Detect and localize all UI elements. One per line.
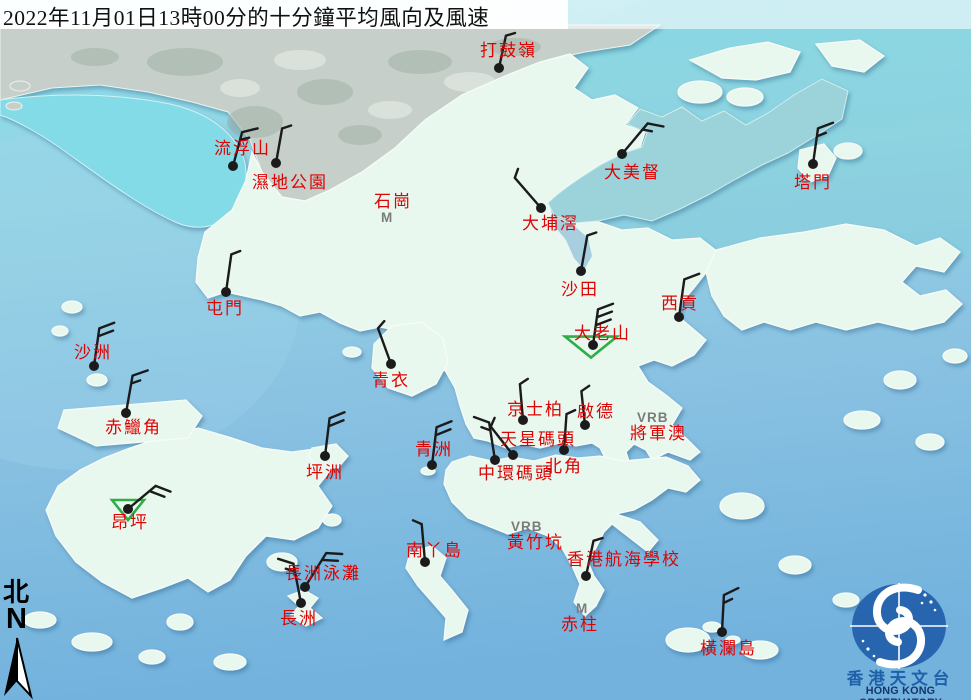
status-label-tseung-kwan-o: VRB	[637, 410, 669, 425]
wind-barb-tsing-yi	[378, 321, 396, 369]
wind-barb-central-pier	[474, 417, 500, 465]
station-label-chek-lap-kok: 赤鱲角	[105, 419, 162, 438]
station-label-ta-kwu-ling: 打鼓嶺	[480, 42, 537, 61]
wind-barb-chek-lap-kok	[121, 370, 148, 418]
mirs-bay-tint	[520, 0, 971, 270]
station-dot-chek-lap-kok	[121, 408, 131, 418]
status-label-wong-chuk-hang: VRB	[511, 519, 543, 534]
station-dot-tuen-mun	[221, 287, 231, 297]
station-label-wetland-park: 濕地公園	[252, 174, 328, 193]
station-label-ngong-ping: 昂坪	[111, 514, 149, 533]
station-label-tates-cairn: 大老山	[574, 325, 631, 344]
station-label-stanley: 赤柱	[561, 616, 599, 635]
basemap	[0, 0, 971, 700]
station-label-peng-chau: 坪洲	[306, 464, 344, 483]
landmasses	[0, 25, 967, 670]
shenzhen-urban-texture	[71, 38, 541, 145]
station-dot-lau-fau-shan	[228, 161, 238, 171]
station-label-central-pier: 中環碼頭	[478, 465, 554, 484]
station-label-sha-tin: 沙田	[561, 281, 599, 300]
station-label-lamma-island: 南丫島	[406, 542, 463, 561]
wind-barb-tai-mei-tuk	[617, 123, 663, 159]
station-label-kings-park: 京士柏	[507, 401, 564, 420]
wind-barb-tai-po-kau	[515, 169, 546, 213]
wind-barb-peng-chau	[320, 412, 345, 461]
station-label-tai-mei-tuk: 大美督	[604, 164, 661, 183]
station-label-tai-po-kau: 大埔滘	[522, 215, 579, 234]
station-label-waglan-island: 橫瀾島	[700, 640, 757, 659]
station-label-tuen-mun: 屯門	[206, 300, 244, 319]
station-label-north-point: 北角	[545, 458, 583, 477]
station-label-cheung-chau: 長洲	[280, 610, 318, 629]
tolo-harbour-water	[548, 79, 848, 223]
station-label-tsing-yi: 青衣	[372, 372, 410, 391]
status-label-stanley: M	[576, 601, 588, 616]
wind-barb-waglan-island	[717, 588, 738, 637]
station-dot-waglan-island	[717, 627, 727, 637]
station-label-star-ferry-pier: 天星碼頭	[500, 431, 576, 450]
station-dot-ta-kwu-ling	[494, 63, 504, 73]
station-label-sai-kung: 西貢	[661, 295, 699, 314]
station-label-green-island: 青洲	[415, 441, 453, 460]
station-label-shek-kong: 石崗	[374, 193, 412, 212]
north-label-letter: N	[6, 605, 27, 634]
station-label-wong-chuk-hang: 黃竹坑	[507, 534, 564, 553]
station-label-kai-tak: 啟德	[577, 403, 615, 422]
sai-kung-east-land	[706, 224, 962, 330]
station-label-tseung-kwan-o: 將軍澳	[630, 425, 687, 444]
wind-barb-tuen-mun	[221, 251, 240, 297]
station-label-lau-fau-shan: 流浮山	[214, 140, 271, 159]
wind-barb-wetland-park	[271, 126, 291, 169]
station-label-hk-sea-school: 香港航海學校	[567, 551, 681, 570]
deep-bay-water	[0, 95, 246, 227]
north-indicator: 北 N	[0, 578, 40, 700]
station-label-tap-mun: 塔門	[794, 174, 832, 193]
station-dot-peng-chau	[320, 451, 330, 461]
hko-logo: 香港天文台 HONG KONG OBSERVATORY	[830, 577, 971, 700]
station-label-sha-chau: 沙洲	[74, 344, 112, 363]
station-dot-hk-sea-school	[581, 571, 591, 581]
map-title: 2022年11月01日13時00分的十分鐘平均風向及風速	[3, 1, 489, 32]
station-label-cheung-chau-beach: 長洲泳灘	[285, 565, 361, 584]
wind-barb-ngong-ping	[123, 486, 171, 514]
station-dot-tai-po-kau	[536, 203, 546, 213]
shenzhen-land	[0, 25, 660, 201]
station-dot-tai-mei-tuk	[617, 149, 627, 159]
status-label-shek-kong: M	[381, 210, 393, 225]
northeast-islands	[678, 40, 884, 182]
wind-map: 打鼓嶺流浮山濕地公園石崗M大美督塔門大埔滘沙田西貢屯門沙洲赤鱲角大老山青衣京士柏…	[0, 0, 971, 700]
station-dot-star-ferry-pier	[508, 450, 518, 460]
wind-barb-sha-tin	[576, 233, 596, 277]
station-dot-tsing-yi	[386, 359, 396, 369]
station-dot-tap-mun	[808, 159, 818, 169]
station-dot-cheung-chau	[296, 598, 306, 608]
station-dot-green-island	[427, 460, 437, 470]
wind-barb-tap-mun	[808, 123, 833, 169]
outlying-islands	[24, 301, 967, 670]
stations-overlay	[0, 0, 971, 700]
station-dot-wetland-park	[271, 158, 281, 168]
hko-name-english: HONG KONG OBSERVATORY	[824, 685, 971, 700]
hko-emblem-icon	[830, 577, 971, 669]
station-dot-sha-tin	[576, 266, 586, 276]
sea	[0, 0, 971, 700]
